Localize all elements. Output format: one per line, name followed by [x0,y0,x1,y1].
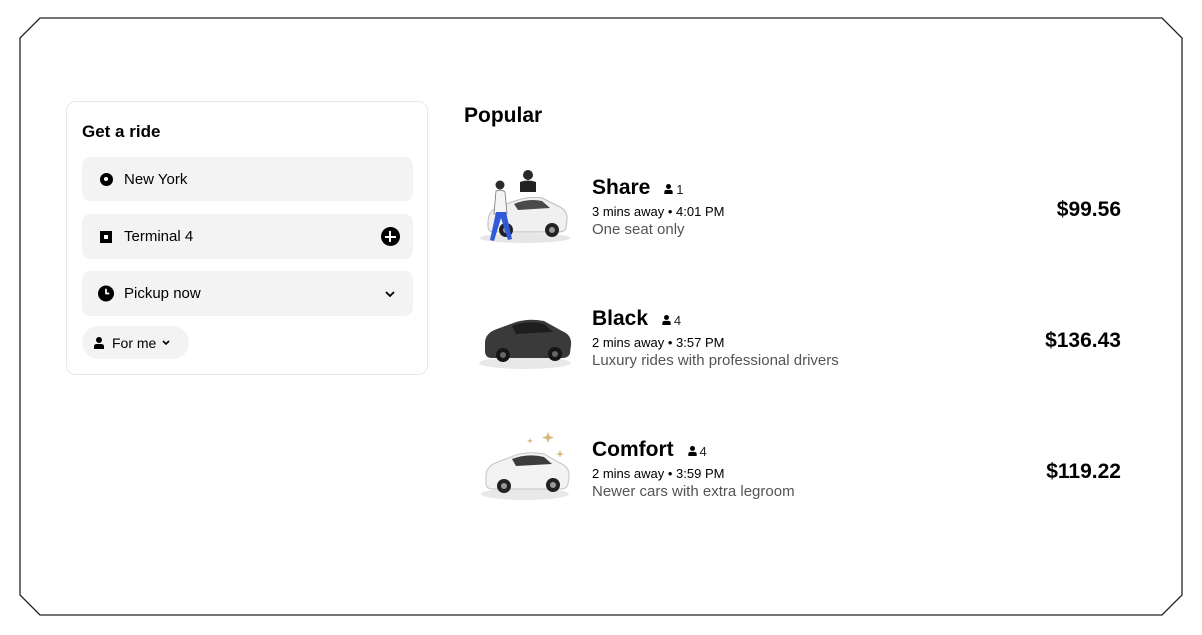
option-name: Comfort 4 [592,438,707,461]
option-eta: 3 mins away • 4:01 PM [592,204,725,219]
clock-icon [98,285,114,302]
option-description: Luxury rides with professional drivers [592,352,839,369]
option-eta: 2 mins away • 3:57 PM [592,335,725,350]
ride-option-share[interactable]: Share 1 3 mins away • 4:01 PM One seat o… [470,160,1130,260]
chevron-down-icon [380,284,400,304]
white-car-sparkle-icon [481,432,570,500]
black-car-icon [479,319,572,369]
option-description: Newer cars with extra legroom [592,483,795,500]
option-description: One seat only [592,221,685,238]
pickup-time-select[interactable]: Pickup now [82,271,413,316]
option-price: $119.22 [1046,460,1121,483]
person-icon [687,446,697,456]
seat-capacity: 1 [664,182,683,197]
car-with-riders-icon [480,170,570,243]
panel-title: Get a ride [82,122,161,141]
person-icon [94,336,104,349]
option-price: $136.43 [1045,329,1121,352]
chevron-down-icon [162,340,170,345]
ride-option-black[interactable]: Black 4 2 mins away • 3:57 PM Luxury rid… [470,291,1130,391]
dropoff-location-value: Terminal 4 [124,228,194,245]
pickup-time-value: Pickup now [124,285,201,302]
add-stop-plus-icon[interactable] [380,227,400,247]
seat-capacity: 4 [662,313,681,328]
option-name: Share 1 [592,176,684,199]
pickup-dot-icon [98,171,114,187]
option-price: $99.56 [1056,198,1121,221]
person-icon [664,184,673,194]
dropoff-square-icon [98,229,114,245]
ride-option-comfort[interactable]: Comfort 4 2 mins away • 3:59 PM Newer ca… [470,422,1130,522]
option-name: Black 4 [592,307,682,330]
dropoff-location-field[interactable]: Terminal 4 [82,214,413,259]
rider-select-label: For me [112,334,157,351]
seat-capacity: 4 [687,444,707,459]
person-icon [662,315,671,325]
get-a-ride-panel: Get a ride New York Terminal 4 Pickup no… [66,101,428,375]
rider-select-button[interactable]: For me [82,326,189,359]
popular-section-title: Popular [464,104,543,127]
option-eta: 2 mins away • 3:59 PM [592,466,725,481]
pickup-location-field[interactable]: New York [82,157,413,201]
pickup-location-value: New York [124,170,188,188]
